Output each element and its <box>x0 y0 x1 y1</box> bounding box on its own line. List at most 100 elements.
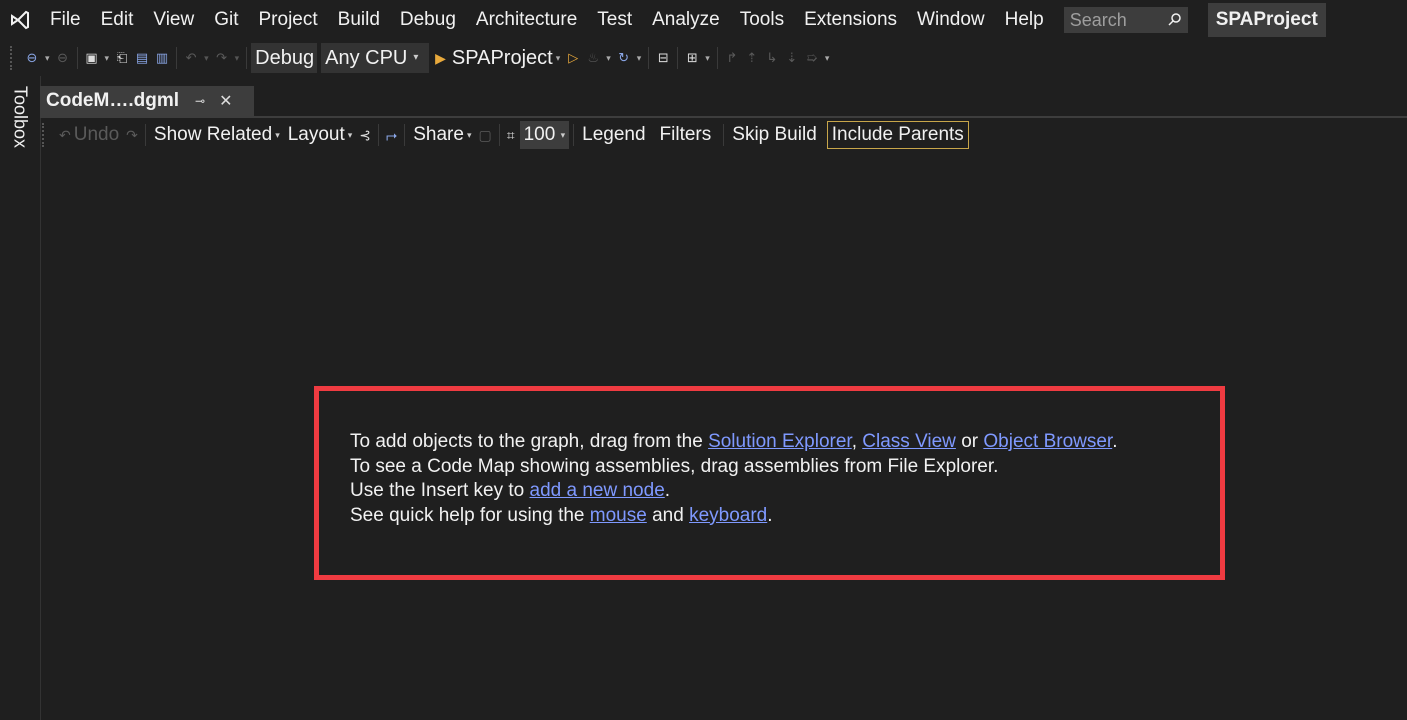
chevron-down-icon: ▾ <box>555 52 561 63</box>
toolbar-grip[interactable] <box>42 123 48 147</box>
step-over-icon[interactable]: ↳ <box>762 46 782 70</box>
solution-explorer-link[interactable]: Solution Explorer <box>708 431 852 452</box>
toolbar-separator <box>573 124 575 146</box>
select-pointer-icon[interactable]: ⮣ <box>383 127 400 144</box>
undo-dropdown[interactable]: ▾ <box>204 53 209 64</box>
menu-debug[interactable]: Debug <box>390 2 466 38</box>
chevron-down-icon: ▾ <box>347 129 353 140</box>
legend-button[interactable]: Legend <box>578 124 649 146</box>
help-line-3-text: Use the Insert key to <box>350 480 530 501</box>
mouse-help-link[interactable]: mouse <box>590 505 647 526</box>
toolbar-grip[interactable] <box>10 46 16 70</box>
browser-link-icon[interactable]: ⊟ <box>653 46 673 70</box>
menu-tools[interactable]: Tools <box>730 2 794 38</box>
toolbox-tab[interactable]: Toolbox <box>10 86 31 148</box>
menu-project[interactable]: Project <box>249 2 328 38</box>
close-icon[interactable]: ✕ <box>219 91 232 111</box>
document-tab-title: CodeM….dgml <box>46 90 179 111</box>
toolbar-separator <box>404 124 406 146</box>
comma-text: , <box>851 431 857 452</box>
menu-architecture[interactable]: Architecture <box>466 2 587 38</box>
help-line-1: To add objects to the graph, drag from t… <box>350 430 1210 455</box>
show-related-button[interactable]: Show Related ▾ <box>150 124 284 146</box>
menu-build[interactable]: Build <box>328 2 390 38</box>
toolbar-separator <box>648 47 650 69</box>
hot-reload-icon[interactable]: ♨ <box>583 46 603 70</box>
step-into-icon[interactable]: ↱ <box>722 46 742 70</box>
solution-configuration-combo[interactable]: Debug ▾ <box>251 43 318 73</box>
menu-view[interactable]: View <box>143 2 204 38</box>
window-layout-icon[interactable]: ⊞ <box>682 46 702 70</box>
menu-window[interactable]: Window <box>907 2 995 38</box>
toolbar-overflow-icon[interactable]: ▾ <box>705 53 710 64</box>
analyzers-icon[interactable]: ⊰ <box>356 127 374 144</box>
comment-icon[interactable]: ▢ <box>475 127 494 144</box>
period-text: . <box>664 480 671 501</box>
play-icon: ▶ <box>435 49 446 66</box>
skip-build-button[interactable]: Skip Build <box>728 124 821 146</box>
menu-test[interactable]: Test <box>587 2 642 38</box>
undo-button[interactable]: ↶ Undo <box>52 124 123 146</box>
search-box[interactable]: Search <box>1063 7 1188 33</box>
menu-git[interactable]: Git <box>204 2 248 38</box>
save-all-icon[interactable]: ▥ <box>152 46 172 70</box>
zoom-to-fit-icon[interactable]: ⌗ <box>504 127 518 144</box>
include-parents-button[interactable]: Include Parents <box>826 121 969 149</box>
share-button[interactable]: Share ▾ <box>409 124 475 146</box>
class-view-link[interactable]: Class View <box>862 431 956 452</box>
keyboard-help-link[interactable]: keyboard <box>689 505 767 526</box>
redo-dropdown[interactable]: ▾ <box>235 53 240 64</box>
navigate-back-dropdown[interactable]: ▾ <box>45 53 50 64</box>
refresh-dropdown[interactable]: ▾ <box>637 53 642 64</box>
solution-platform-value: Any CPU <box>325 47 408 69</box>
document-tab[interactable]: CodeM….dgml ⊸ ✕ <box>40 86 254 116</box>
filters-button[interactable]: Filters <box>656 124 716 146</box>
new-project-icon[interactable]: ▣ <box>82 46 102 70</box>
step-up-icon[interactable]: ⇡ <box>742 46 762 70</box>
solution-configuration-value: Debug <box>255 47 315 69</box>
chevron-down-icon: ▾ <box>275 129 280 140</box>
start-debugging-button[interactable]: ▶ SPAProject ▾ <box>435 47 563 70</box>
navigate-back-icon[interactable]: ⊖ <box>22 46 42 70</box>
toolbar-separator <box>716 47 718 69</box>
help-line-1-text: To add objects to the graph, drag from t… <box>350 431 709 452</box>
and-text: and <box>646 504 690 526</box>
toolbar-separator <box>176 47 178 69</box>
help-line-4-text: See quick help for using the <box>350 504 590 526</box>
layout-button[interactable]: Layout ▾ <box>284 124 357 146</box>
step-down-icon[interactable]: ⇣ <box>782 46 802 70</box>
startup-project-label: SPAProject <box>451 46 553 69</box>
menu-analyze[interactable]: Analyze <box>642 2 730 38</box>
menu-extensions[interactable]: Extensions <box>794 2 907 38</box>
object-browser-link[interactable]: Object Browser <box>983 431 1112 452</box>
redo-icon[interactable]: ↷ <box>212 46 232 70</box>
menu-edit[interactable]: Edit <box>91 2 144 38</box>
menu-bar: File Edit View Git Project Build Debug A… <box>0 0 1407 40</box>
toolbar-separator <box>144 124 146 146</box>
step-out-icon[interactable]: ➯ <box>802 46 822 70</box>
pin-icon[interactable]: ⊸ <box>195 94 205 108</box>
visual-studio-logo-icon[interactable] <box>6 6 34 34</box>
menu-file[interactable]: File <box>40 2 91 38</box>
navigate-forward-icon[interactable]: ⊖ <box>53 46 73 70</box>
help-line-3: Use the Insert key to add a new node. <box>350 479 1210 504</box>
refresh-icon[interactable]: ↻ <box>614 46 634 70</box>
hot-reload-dropdown[interactable]: ▾ <box>606 53 611 64</box>
zoom-combo[interactable]: 100 ▾ <box>519 121 570 149</box>
solution-platform-combo[interactable]: Any CPU ▾ <box>321 43 430 73</box>
undo-label: Undo <box>73 124 120 145</box>
menu-help[interactable]: Help <box>995 2 1054 38</box>
add-new-node-link[interactable]: add a new node <box>530 480 665 501</box>
redo-icon[interactable]: ↷ <box>123 127 141 144</box>
show-related-label: Show Related <box>153 124 273 145</box>
start-without-debugging-icon[interactable]: ▷ <box>563 46 583 70</box>
solution-name-badge[interactable]: SPAProject <box>1207 3 1326 37</box>
or-text: or <box>955 431 984 452</box>
toolbar-overflow-icon[interactable]: ▾ <box>825 53 830 64</box>
open-file-icon[interactable]: ⎗ <box>112 46 132 70</box>
code-map-help-text: To add objects to the graph, drag from t… <box>350 430 1210 528</box>
undo-icon[interactable]: ↶ <box>181 46 201 70</box>
new-project-dropdown[interactable]: ▾ <box>105 53 110 64</box>
toolbar-separator <box>378 124 380 146</box>
save-icon[interactable]: ▤ <box>132 46 152 70</box>
